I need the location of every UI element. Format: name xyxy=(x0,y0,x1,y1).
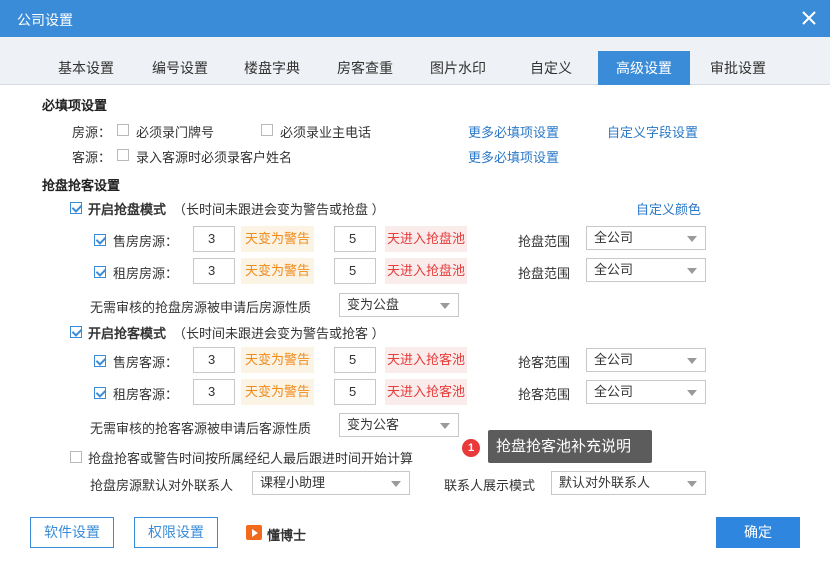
tab-numbering[interactable]: 编号设置 xyxy=(134,51,226,85)
house-required-label: 房源： xyxy=(72,125,112,140)
sale-client-warn-text: 天变为警告 xyxy=(241,347,315,373)
rent-house-pool-text: 天进入抢盘池 xyxy=(385,258,468,284)
tab-watermark[interactable]: 图片水印 xyxy=(412,51,504,85)
chevron-down-icon xyxy=(687,358,697,364)
sale-house-warn-text: 天变为警告 xyxy=(241,226,315,252)
rent-client-label: 租房客源： xyxy=(113,387,179,402)
house-grab-mode-label: 开启抢盘模式 xyxy=(88,202,167,217)
pool-help-tooltip[interactable]: 抢盘抢客池补充说明 xyxy=(488,430,652,463)
house-grab-mode-desc: （长时间未跟进会变为警告或抢盘 ） xyxy=(173,202,385,217)
tab-custom[interactable]: 自定义 xyxy=(505,51,597,85)
rent-client-scope-value: 全公司 xyxy=(594,384,634,399)
client-grab-mode-label: 开启抢客模式 xyxy=(88,326,167,341)
rent-client-pool-text: 天进入抢客池 xyxy=(385,379,468,405)
client-grab-mode-checkbox[interactable] xyxy=(70,326,82,338)
rent-client-checkbox[interactable] xyxy=(94,387,106,399)
client-grab-mode-desc: （长时间未跟进会变为警告或抢客 ） xyxy=(173,326,385,341)
time-calc-checkbox[interactable] xyxy=(70,451,82,463)
rent-client-scope-select[interactable]: 全公司 xyxy=(586,380,706,404)
software-settings-button[interactable]: 软件设置 xyxy=(30,517,114,548)
rent-client-warn-days-input[interactable]: 3 xyxy=(193,379,235,405)
sale-house-scope-select[interactable]: 全公司 xyxy=(586,226,706,250)
sale-house-scope-value: 全公司 xyxy=(594,230,634,245)
window-title: 公司设置 xyxy=(17,12,73,28)
sale-client-pool-days-input[interactable]: 5 xyxy=(334,347,376,373)
house-grab-mode-checkbox[interactable] xyxy=(70,202,82,214)
rent-house-warn-days-input[interactable]: 3 xyxy=(193,258,235,284)
default-contact-value: 课程小助理 xyxy=(260,475,326,490)
rent-house-scope-select[interactable]: 全公司 xyxy=(586,258,706,282)
contact-mode-select[interactable]: 默认对外联系人 xyxy=(551,471,706,495)
sale-client-scope-select[interactable]: 全公司 xyxy=(586,348,706,372)
client-nature-select[interactable]: 变为公客 xyxy=(339,413,459,437)
house-nature-label: 无需审核的抢盘房源被申请后房源性质 xyxy=(90,300,312,315)
chevron-down-icon xyxy=(687,390,697,396)
client-nature-value: 变为公客 xyxy=(347,417,400,432)
house-nature-value: 变为公盘 xyxy=(347,297,400,312)
permission-settings-button[interactable]: 权限设置 xyxy=(134,517,218,548)
tab-bar: 基本设置 编号设置 楼盘字典 房客查重 图片水印 自定义 高级设置 审批设置 xyxy=(0,37,830,85)
sale-client-scope-label: 抢客范围 xyxy=(518,355,571,370)
tab-advanced[interactable]: 高级设置 xyxy=(598,51,690,85)
custom-color-link[interactable]: 自定义颜色 xyxy=(636,199,701,218)
rent-house-scope-label: 抢盘范围 xyxy=(518,266,571,281)
sale-house-label: 售房房源： xyxy=(113,234,179,249)
custom-field-link[interactable]: 自定义字段设置 xyxy=(607,122,698,141)
chevron-down-icon xyxy=(687,268,697,274)
chevron-down-icon xyxy=(687,481,697,487)
chevron-down-icon xyxy=(440,303,450,309)
time-calc-label: 抢盘抢客或警告时间按所属经纪人最后跟进时间开始计算 xyxy=(88,451,414,466)
sale-client-pool-text: 天进入抢客池 xyxy=(385,347,468,373)
house-number-label: 必须录门牌号 xyxy=(136,125,215,140)
title-bar: 公司设置 xyxy=(0,0,830,37)
chevron-down-icon xyxy=(687,236,697,242)
rent-house-warn-text: 天变为警告 xyxy=(241,258,315,284)
house-nature-select[interactable]: 变为公盘 xyxy=(339,293,459,317)
chevron-down-icon xyxy=(440,423,450,429)
sale-client-scope-value: 全公司 xyxy=(594,352,634,367)
tab-basic[interactable]: 基本设置 xyxy=(40,51,132,85)
contact-mode-value: 默认对外联系人 xyxy=(559,475,651,490)
brand-label[interactable]: 懂博士 xyxy=(267,525,306,544)
sale-house-pool-days-input[interactable]: 5 xyxy=(334,226,376,252)
house-number-checkbox[interactable] xyxy=(117,124,129,136)
rent-client-scope-label: 抢客范围 xyxy=(518,387,571,402)
close-icon[interactable] xyxy=(800,9,818,27)
client-name-checkbox[interactable] xyxy=(117,149,129,161)
tab-duplicate-check[interactable]: 房客查重 xyxy=(319,51,411,85)
more-required-link-house[interactable]: 更多必填项设置 xyxy=(468,122,559,141)
chevron-down-icon xyxy=(391,481,401,487)
owner-phone-label: 必须录业主电话 xyxy=(280,125,372,140)
client-name-label: 录入客源时必须录客户姓名 xyxy=(136,150,293,165)
rent-house-scope-value: 全公司 xyxy=(594,262,634,277)
default-contact-label: 抢盘房源默认对外联系人 xyxy=(90,478,234,493)
rent-client-pool-days-input[interactable]: 5 xyxy=(334,379,376,405)
tooltip-badge: 1 xyxy=(462,439,480,457)
tab-building-dict[interactable]: 楼盘字典 xyxy=(226,51,318,85)
owner-phone-checkbox[interactable] xyxy=(261,124,273,136)
play-logo-icon[interactable] xyxy=(246,525,262,540)
confirm-button[interactable]: 确定 xyxy=(716,517,800,548)
rent-house-label: 租房房源： xyxy=(113,266,179,281)
required-section-title: 必填项设置 xyxy=(42,98,108,113)
grab-section-title: 抢盘抢客设置 xyxy=(42,178,121,193)
sale-client-checkbox[interactable] xyxy=(94,355,106,367)
sale-house-checkbox[interactable] xyxy=(94,234,106,246)
sale-client-label: 售房客源： xyxy=(113,355,179,370)
rent-house-pool-days-input[interactable]: 5 xyxy=(334,258,376,284)
rent-client-warn-text: 天变为警告 xyxy=(241,379,315,405)
sale-house-scope-label: 抢盘范围 xyxy=(518,234,571,249)
default-contact-select[interactable]: 课程小助理 xyxy=(252,471,410,495)
client-nature-label: 无需审核的抢客客源被申请后客源性质 xyxy=(90,421,312,436)
contact-mode-label: 联系人展示模式 xyxy=(444,478,536,493)
rent-house-checkbox[interactable] xyxy=(94,266,106,278)
sale-house-warn-days-input[interactable]: 3 xyxy=(193,226,235,252)
more-required-link-client[interactable]: 更多必填项设置 xyxy=(468,147,559,166)
tab-approval[interactable]: 审批设置 xyxy=(692,51,784,85)
sale-house-pool-text: 天进入抢盘池 xyxy=(385,226,468,252)
client-required-label: 客源： xyxy=(72,150,112,165)
sale-client-warn-days-input[interactable]: 3 xyxy=(193,347,235,373)
